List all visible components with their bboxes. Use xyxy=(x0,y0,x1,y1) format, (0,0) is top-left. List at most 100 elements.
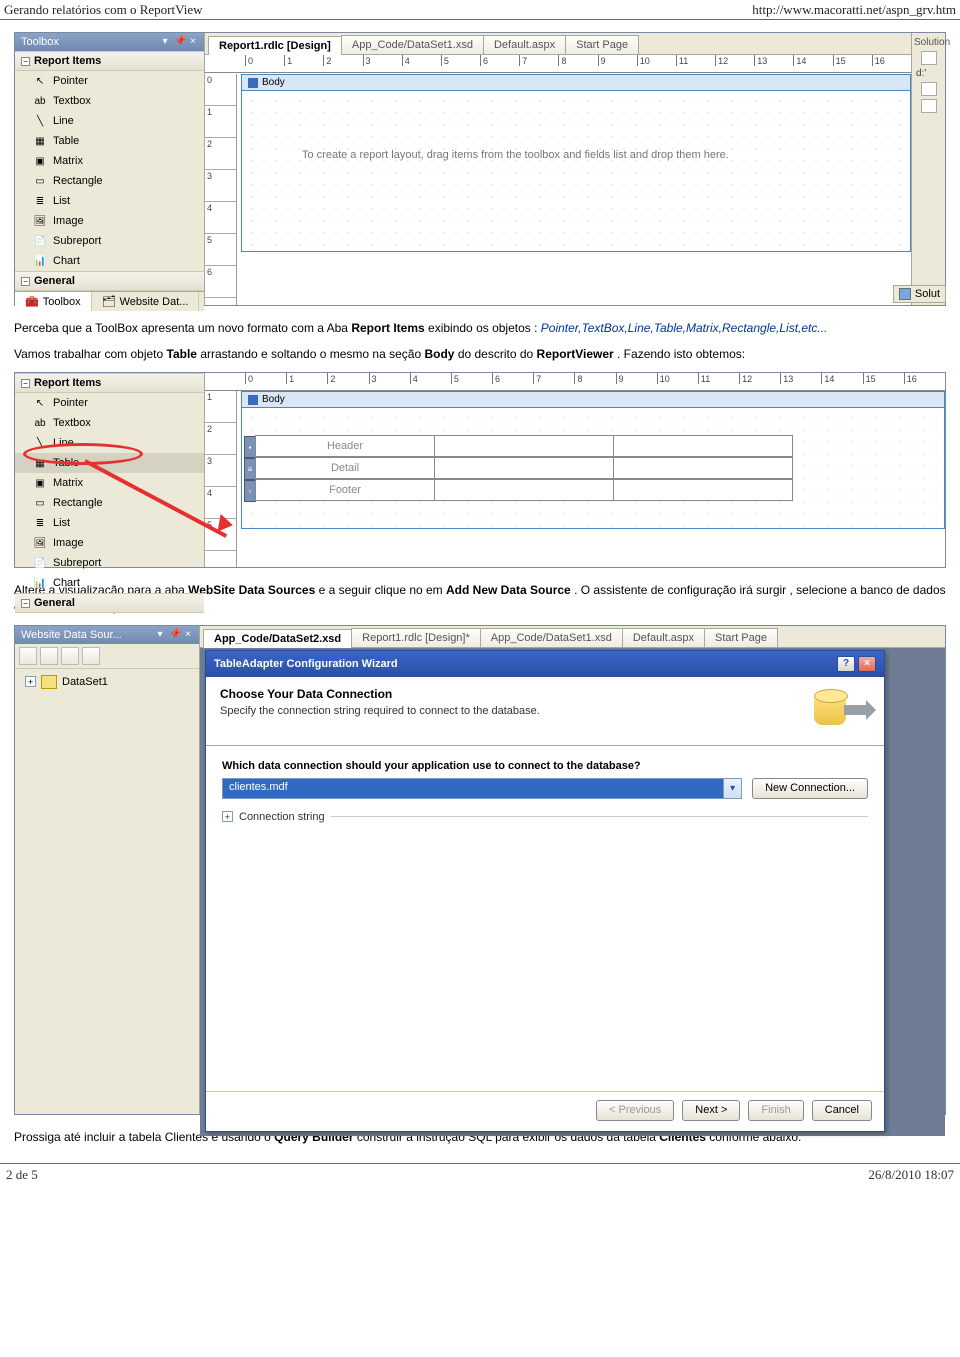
toolbox-item-table[interactable]: ▦Table xyxy=(15,131,204,151)
horizontal-ruler: 012345678910111213141516 xyxy=(205,55,911,73)
bottom-tab-toolbox[interactable]: 🧰 Toolbox xyxy=(15,292,92,311)
body-section-label: Body xyxy=(262,394,285,405)
table-footer-cell[interactable] xyxy=(613,479,793,501)
ruler-tick: 14 xyxy=(821,373,862,384)
close-icon[interactable]: × xyxy=(858,656,876,672)
pin-icon[interactable]: 📌 xyxy=(169,630,179,640)
ruler-tick: 12 xyxy=(715,55,754,66)
table-footer-cell[interactable] xyxy=(434,479,614,501)
collapse-icon[interactable]: − xyxy=(21,379,30,388)
doc-tab[interactable]: Report1.rdlc [Design] xyxy=(208,36,342,55)
group-general[interactable]: − General xyxy=(15,593,204,613)
connection-combobox[interactable]: clientes.mdf ▾ xyxy=(222,778,742,799)
help-icon[interactable]: ? xyxy=(837,656,855,672)
table-header-cell[interactable] xyxy=(434,435,614,457)
toolbox-item-list[interactable]: ≣List xyxy=(15,513,204,533)
table-detail-cell[interactable]: Detail xyxy=(255,457,435,479)
close-icon[interactable]: × xyxy=(183,630,193,640)
toolbox-item-label: Pointer xyxy=(53,75,88,87)
horizontal-ruler: 012345678910111213141516 xyxy=(205,373,945,391)
toolbox-item-line[interactable]: ╲Line xyxy=(15,433,204,453)
ruler-tick: 12 xyxy=(739,373,780,384)
print-datetime: 26/8/2010 18:07 xyxy=(868,1167,954,1183)
ruler-tick: 11 xyxy=(676,55,715,66)
ruler-tick: 10 xyxy=(657,373,698,384)
report-table[interactable]: ▪ Header ≡ Detail xyxy=(244,436,793,502)
text: . Fazendo isto obtemos: xyxy=(617,347,745,361)
group-report-items[interactable]: − Report Items xyxy=(15,51,204,71)
collapse-icon[interactable]: − xyxy=(21,277,30,286)
textbox-icon: ab xyxy=(33,94,47,108)
dataset-node[interactable]: + DataSet1 xyxy=(15,669,199,695)
doc-tab[interactable]: App_Code/DataSet1.xsd xyxy=(341,35,484,54)
next-button[interactable]: Next > xyxy=(682,1100,740,1121)
toolbox-item-textbox[interactable]: abTextbox xyxy=(15,91,204,111)
ruler-tick: 16 xyxy=(872,55,911,66)
table-detail-cell[interactable] xyxy=(434,457,614,479)
table-header-cell[interactable]: Header xyxy=(255,435,435,457)
toolbox-item-rectangle[interactable]: ▭Rectangle xyxy=(15,171,204,191)
toolbox-item-label: Image xyxy=(53,537,84,549)
mini-icon xyxy=(921,51,937,65)
designer-dropzone[interactable]: To create a report layout, drag items fr… xyxy=(242,91,910,251)
add-data-source-button[interactable] xyxy=(19,647,37,665)
pin-icon[interactable]: 📌 xyxy=(174,37,184,47)
text: exibindo os objetos : xyxy=(428,321,541,335)
toolbox-item-chart[interactable]: 📊Chart xyxy=(15,251,204,271)
toolbox-item-textbox[interactable]: abTextbox xyxy=(15,413,204,433)
doc-tab[interactable]: Default.aspx xyxy=(622,628,705,647)
new-connection-button[interactable]: New Connection... xyxy=(752,778,868,799)
text: Vamos trabalhar com objeto xyxy=(14,347,167,361)
toolbox-item-line[interactable]: ╲Line xyxy=(15,111,204,131)
wizard-titlebar[interactable]: TableAdapter Configuration Wizard ? × xyxy=(206,651,884,677)
toolbox-item-subreport[interactable]: 📄Subreport xyxy=(15,231,204,251)
table-header-cell[interactable] xyxy=(613,435,793,457)
toolbox-item-pointer[interactable]: ↖Pointer xyxy=(15,71,204,91)
toolbox-item-subreport[interactable]: 📄Subreport xyxy=(15,553,204,573)
bottom-tab-website-data[interactable]: 🗂 Website Dat... xyxy=(92,292,200,311)
doc-tab[interactable]: Start Page xyxy=(565,35,639,54)
toolbox-item-image[interactable]: 🖼Image xyxy=(15,211,204,231)
collapse-icon[interactable]: − xyxy=(21,599,30,608)
ruler-tick: 15 xyxy=(833,55,872,66)
toolbox-item-label: List xyxy=(53,517,70,529)
doc-tab[interactable]: App_Code/DataSet1.xsd xyxy=(480,628,623,647)
solution-explorer-tag[interactable]: Solut xyxy=(893,285,946,303)
toolbox-item-list[interactable]: ≣List xyxy=(15,191,204,211)
ruler-tick: 15 xyxy=(863,373,904,384)
doc-tab[interactable]: Start Page xyxy=(704,628,778,647)
toolbox-item-matrix[interactable]: ▣Matrix xyxy=(15,151,204,171)
refresh-button[interactable] xyxy=(40,647,58,665)
data-sources-toolbar xyxy=(15,644,199,669)
toolbox-item-matrix[interactable]: ▣Matrix xyxy=(15,473,204,493)
doc-tab[interactable]: Default.aspx xyxy=(483,35,566,54)
toolbox-item-image[interactable]: 🖼Image xyxy=(15,533,204,553)
group-report-items[interactable]: − Report Items xyxy=(15,373,204,393)
toolbox-item-table[interactable]: ▦Table xyxy=(15,453,204,473)
wizard-heading: Choose Your Data Connection xyxy=(220,687,540,701)
toolbox-item-rectangle[interactable]: ▭Rectangle xyxy=(15,493,204,513)
toolbox-item-label: Subreport xyxy=(53,235,101,247)
tree-expand-icon[interactable]: + xyxy=(25,676,36,687)
data-sources-header-label: Website Data Sour... xyxy=(21,629,122,641)
doc-tab[interactable]: Report1.rdlc [Design]* xyxy=(351,628,481,647)
table-detail-cell[interactable] xyxy=(613,457,793,479)
toolbox-item-pointer[interactable]: ↖Pointer xyxy=(15,393,204,413)
close-icon[interactable]: × xyxy=(188,37,198,47)
dropdown-icon[interactable]: ▾ xyxy=(155,630,165,640)
expand-icon[interactable]: + xyxy=(222,811,233,822)
toolbar-button[interactable] xyxy=(82,647,100,665)
doc-tab[interactable]: App_Code/DataSet2.xsd xyxy=(203,629,352,648)
collapse-icon[interactable]: − xyxy=(21,57,30,66)
table-footer-cell[interactable]: Footer xyxy=(255,479,435,501)
connection-string-expander[interactable]: + Connection string xyxy=(222,811,868,823)
chevron-down-icon[interactable]: ▾ xyxy=(723,779,741,798)
dataset-icon xyxy=(41,675,57,689)
dropdown-icon[interactable]: ▾ xyxy=(160,37,170,47)
group-general[interactable]: − General xyxy=(15,271,204,291)
toolbar-button[interactable] xyxy=(61,647,79,665)
toolbox-item-chart[interactable]: 📊Chart xyxy=(15,573,204,593)
cancel-button[interactable]: Cancel xyxy=(812,1100,872,1121)
designer-dropzone[interactable]: ▪ Header ≡ Detail xyxy=(242,408,944,528)
group-general-label: General xyxy=(34,597,75,609)
